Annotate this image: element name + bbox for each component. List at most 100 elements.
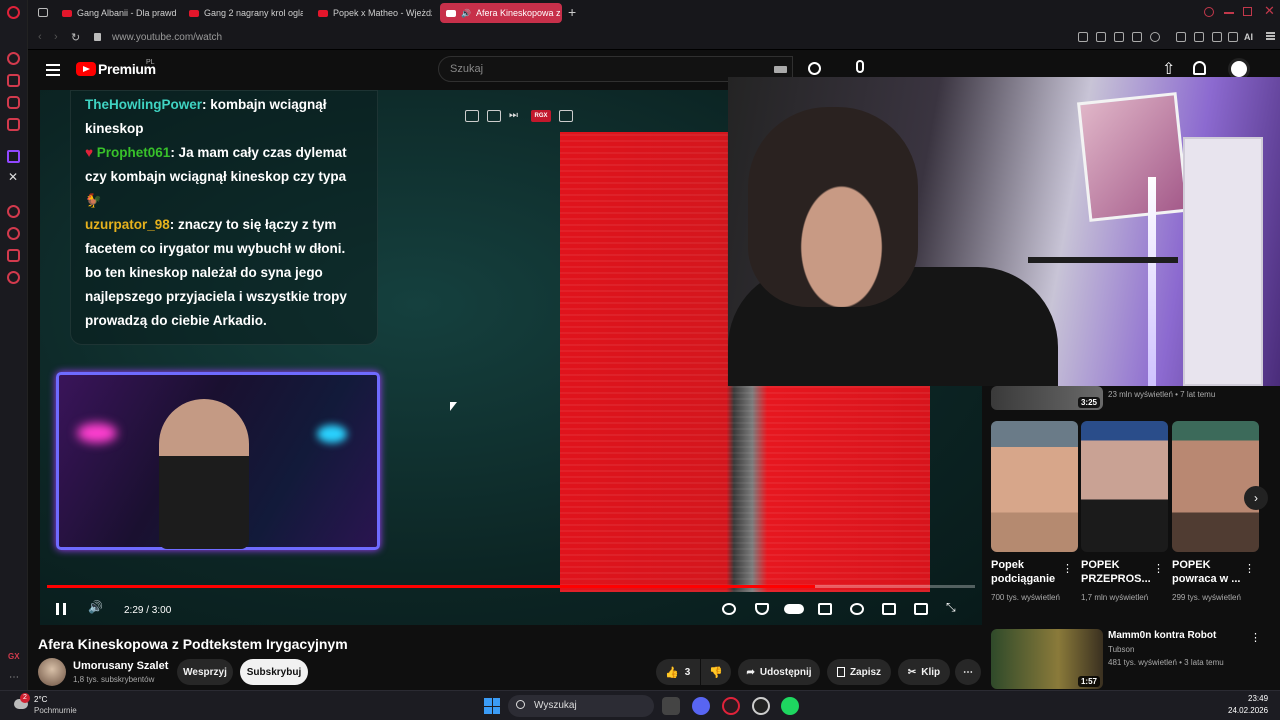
menu-icon[interactable] [1266,32,1275,34]
heart-icon[interactable] [1150,32,1160,42]
opera-logo-icon[interactable] [7,6,20,19]
video-menu-icon[interactable]: ⋮ [1250,631,1261,644]
weather-temp[interactable]: 2°C [34,695,47,704]
spotify-icon[interactable] [781,697,799,715]
tab-afera-kineskopowa[interactable]: 🔊 Afera Kineskopowa z P [440,3,562,23]
shield-icon[interactable] [1114,32,1124,42]
messenger-icon[interactable] [7,52,20,65]
support-button[interactable]: Wesprzyj [177,659,233,685]
share-button[interactable]: ➦ Udostępnij [738,659,820,685]
taskbar-search[interactable]: Wyszukaj [508,695,654,717]
video-thumbnail[interactable]: 3:25 [991,386,1103,410]
keyboard-icon[interactable] [774,66,787,73]
upload-icon[interactable]: ⇧ [1162,59,1175,79]
windows-start-icon[interactable] [484,698,500,714]
play-icon[interactable] [1132,32,1142,42]
close-window-button[interactable]: ✕ [1264,3,1275,19]
extensions-icon[interactable] [1176,32,1186,42]
more-icon[interactable]: ⋯ [9,672,19,683]
twitch-icon[interactable] [7,150,20,163]
opera-gx-icon[interactable] [722,697,740,715]
channel-name[interactable]: Umorusany Szalet [73,660,168,672]
obs-icon[interactable] [752,697,770,715]
save-button[interactable]: Zapisz [827,659,891,685]
player-controls: 🔊 2:29 / 3:00 ⤡ [40,595,982,625]
tab-gang-albanii[interactable]: Gang Albanii - Dla prawdz [56,3,176,23]
instagram-icon[interactable] [7,96,20,109]
minimize-button[interactable] [1224,12,1234,14]
aria-ai-button[interactable]: AI [1244,32,1253,42]
more-actions-button[interactable]: ⋯ [955,659,981,685]
miniplayer-icon[interactable] [559,110,573,122]
share-icon[interactable] [1228,32,1238,42]
extensions-icon[interactable] [7,249,20,262]
fullscreen-icon[interactable]: ⤡ [946,600,960,614]
shopping-icon[interactable] [7,74,20,87]
mouse-cursor-icon [450,402,457,411]
clock-time[interactable]: 23:49 [1248,694,1268,703]
shelf-next-button[interactable]: › [1244,486,1268,510]
notifications-bell-icon[interactable] [1193,61,1206,75]
url-field[interactable]: www.youtube.com/watch [112,32,222,43]
exit-icon[interactable] [487,110,501,122]
gx-icon[interactable]: GX [8,652,20,661]
x-twitter-icon[interactable]: ✕ [8,170,18,184]
short-title[interactable]: Popek podciąganie [991,558,1061,586]
forward-icon[interactable]: › [54,31,58,43]
eye-icon[interactable] [722,603,736,615]
next-icon[interactable]: ⏭ [509,110,523,122]
short-thumbnail[interactable] [991,421,1078,552]
snapshot-icon[interactable] [1096,32,1106,42]
video-channel[interactable]: Tubson [1108,645,1134,654]
video-thumbnail[interactable]: 1:57 [991,629,1103,689]
task-view-icon[interactable] [662,697,680,715]
short-title[interactable]: POPEK PRZEPROS... [1081,558,1153,586]
dislike-button[interactable]: 👎 [701,659,731,685]
autoplay-toggle[interactable] [784,604,804,614]
hamburger-menu-icon[interactable] [46,64,60,66]
tab-popek-matheo[interactable]: Popek x Matheo - Wjeżdż [312,3,432,23]
microphone-icon[interactable] [856,60,864,73]
miniplayer-icon[interactable] [882,603,896,615]
short-menu-icon[interactable]: ⋮ [1062,562,1073,575]
new-tab-button[interactable]: + [568,4,576,20]
neon-light [77,423,117,443]
cast-icon[interactable] [914,603,928,615]
easy-setup-icon[interactable] [1194,32,1204,42]
player-icon[interactable] [7,118,20,131]
clock-icon[interactable] [7,227,20,240]
youtube-logo-icon[interactable] [76,62,96,76]
volume-icon[interactable]: 🔊 [88,600,103,614]
pause-icon[interactable] [56,603,66,615]
like-button[interactable]: 👍 3 [656,659,700,685]
rgx-badge[interactable]: RGX [531,110,551,122]
short-title[interactable]: POPEK powraca w ... [1172,558,1244,586]
settings-icon[interactable] [7,271,20,284]
channel-avatar[interactable] [38,658,66,686]
tab-gang-2[interactable]: Gang 2 nagrany krol oglas [183,3,303,23]
subscribe-button[interactable]: Subskrybuj [240,659,308,685]
weather-desc[interactable]: Pochmurnie [34,706,77,715]
video-title[interactable]: Mamm0n kontra Robot [1108,629,1216,643]
short-menu-icon[interactable]: ⋮ [1153,562,1164,575]
settings-gear-icon[interactable] [850,603,864,615]
search-icon[interactable] [808,62,821,75]
clock-date[interactable]: 24.02.2026 [1228,706,1268,715]
progress-bar[interactable] [47,585,975,588]
short-menu-icon[interactable]: ⋮ [1244,562,1255,575]
bookmark-icon[interactable] [1078,32,1088,42]
back-icon[interactable]: ‹ [38,31,42,43]
shield-icon[interactable] [755,603,769,615]
discord-icon[interactable] [692,697,710,715]
popout-icon[interactable] [465,110,479,122]
reload-icon[interactable]: ↻ [71,31,80,44]
subtitles-icon[interactable] [818,603,832,615]
short-thumbnail[interactable] [1081,421,1168,552]
download-icon[interactable] [1212,32,1222,42]
short-thumbnail[interactable] [1172,421,1259,552]
clip-button[interactable]: ✂ Klip [898,659,950,685]
history-icon[interactable] [7,205,20,218]
tab-overview-icon[interactable] [38,8,48,17]
maximize-button[interactable] [1243,7,1252,16]
search-tabs-icon[interactable] [1204,7,1214,17]
